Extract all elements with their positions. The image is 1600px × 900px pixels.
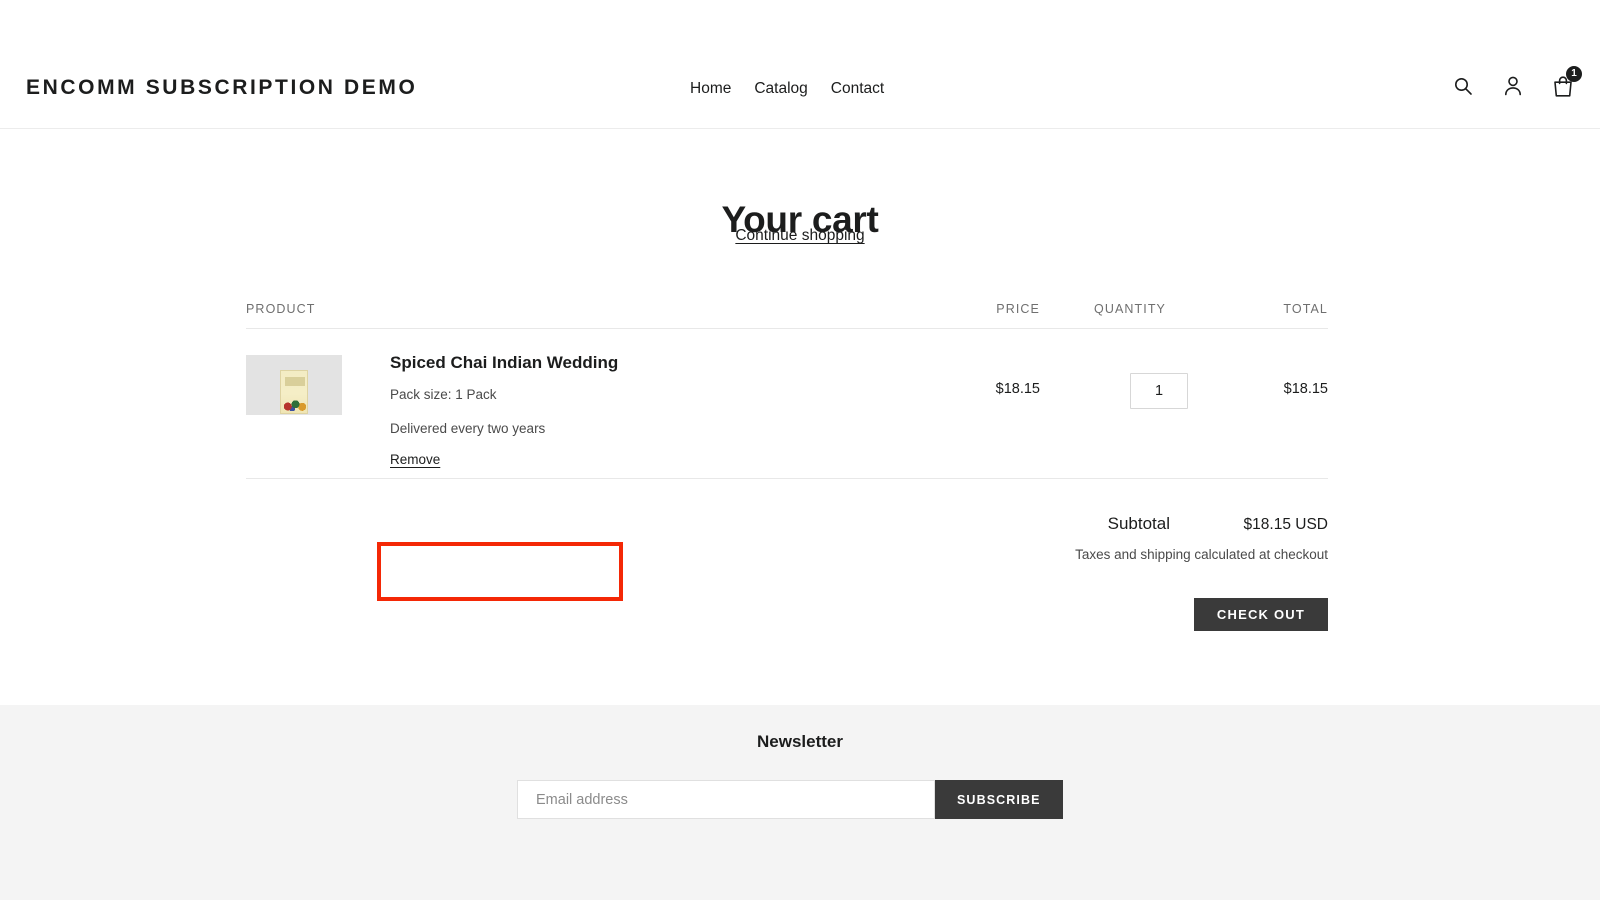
item-total: $18.15 bbox=[1283, 381, 1328, 397]
subtotal-label: Subtotal bbox=[1107, 514, 1170, 533]
newsletter-form: SUBSCRIBE bbox=[517, 780, 1063, 819]
subscription-frequency: Delivered every two years bbox=[390, 421, 546, 436]
cart-table: PRODUCT PRICE QUANTITY TOTAL Spiced Chai… bbox=[246, 284, 1328, 479]
account-icon[interactable] bbox=[1500, 72, 1526, 100]
subscribe-button[interactable]: SUBSCRIBE bbox=[935, 780, 1063, 819]
column-header-quantity: QUANTITY bbox=[1094, 302, 1166, 316]
nav-item-catalog[interactable]: Catalog bbox=[754, 80, 807, 98]
continue-shopping-wrap: Continue shopping bbox=[0, 227, 1600, 245]
nav-item-home[interactable]: Home bbox=[690, 80, 731, 98]
cart-page: ENCOMM SUBSCRIPTION DEMO Home Catalog Co… bbox=[0, 0, 1600, 900]
item-price: $18.15 bbox=[995, 381, 1040, 397]
tax-shipping-note: Taxes and shipping calculated at checkou… bbox=[1075, 547, 1328, 562]
search-icon[interactable] bbox=[1450, 72, 1476, 100]
main-navigation: Home Catalog Contact bbox=[690, 80, 884, 98]
cart-main: Your cart Continue shopping PRODUCT PRIC… bbox=[0, 129, 1600, 705]
cart-table-header: PRODUCT PRICE QUANTITY TOTAL bbox=[246, 284, 1328, 329]
continue-shopping-link[interactable]: Continue shopping bbox=[735, 227, 864, 244]
column-header-price: PRICE bbox=[996, 302, 1040, 316]
checkout-button[interactable]: CHECK OUT bbox=[1193, 598, 1328, 631]
cart-totals: Subtotal $18.15 USD Taxes and shipping c… bbox=[246, 514, 1328, 631]
product-info: Spiced Chai Indian Wedding Pack size: 1 … bbox=[390, 353, 910, 469]
email-input[interactable] bbox=[517, 780, 935, 819]
quantity-field-wrap bbox=[1130, 373, 1188, 409]
newsletter-heading: Newsletter bbox=[757, 732, 843, 751]
cart-line-item: Spiced Chai Indian Wedding Pack size: 1 … bbox=[246, 329, 1328, 479]
subtotal-row: Subtotal $18.15 USD bbox=[246, 514, 1328, 534]
header-icon-group: 1 bbox=[1450, 66, 1582, 100]
cart-icon[interactable]: 1 bbox=[1550, 66, 1582, 100]
remove-item-link[interactable]: Remove bbox=[390, 452, 440, 467]
column-header-total: TOTAL bbox=[1283, 302, 1328, 316]
site-footer: Newsletter SUBSCRIBE bbox=[0, 705, 1600, 900]
site-logo[interactable]: ENCOMM SUBSCRIPTION DEMO bbox=[26, 76, 417, 100]
nav-item-contact[interactable]: Contact bbox=[831, 80, 884, 98]
quantity-input[interactable] bbox=[1130, 373, 1188, 409]
site-header: ENCOMM SUBSCRIPTION DEMO Home Catalog Co… bbox=[0, 0, 1600, 129]
product-title[interactable]: Spiced Chai Indian Wedding bbox=[390, 353, 910, 373]
cart-count-badge: 1 bbox=[1566, 66, 1582, 82]
checkout-button-wrap: CHECK OUT bbox=[246, 598, 1328, 631]
subtotal-value: $18.15 USD bbox=[1243, 516, 1328, 533]
product-variant: Pack size: 1 Pack bbox=[390, 387, 497, 402]
product-thumbnail[interactable] bbox=[246, 355, 342, 415]
product-package-image bbox=[280, 370, 308, 414]
column-header-product: PRODUCT bbox=[246, 302, 316, 316]
